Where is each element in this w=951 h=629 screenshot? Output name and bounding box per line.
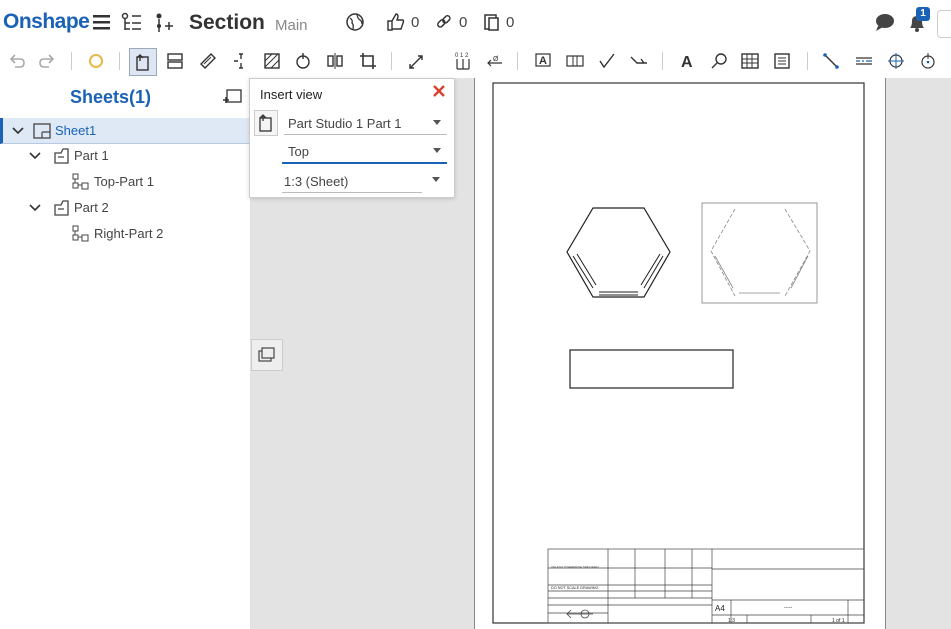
close-icon[interactable]	[432, 84, 446, 103]
onshape-logo[interactable]: Onshape	[3, 10, 90, 34]
line-icon[interactable]	[818, 48, 844, 74]
scale-select-value: 1:3 (Sheet)	[284, 174, 349, 189]
tree-item-part2[interactable]: Part 2	[0, 195, 249, 220]
undo-icon[interactable]	[4, 48, 30, 74]
chevron-down-icon[interactable]	[432, 177, 440, 182]
chevron-down-icon	[433, 148, 441, 153]
tree-item-top-part1[interactable]: Top-Part 1	[0, 169, 249, 194]
broken-view-icon[interactable]	[322, 48, 348, 74]
svg-text:-----: -----	[784, 605, 793, 611]
thumbs-up-icon[interactable]	[386, 12, 406, 37]
chevron-down-icon[interactable]	[12, 126, 24, 136]
notification-badge: 1	[916, 7, 930, 21]
dimension-icon[interactable]	[404, 48, 430, 74]
drawing-view-icon	[72, 225, 89, 242]
dialog-title: Insert view	[260, 87, 323, 102]
chevron-down-icon[interactable]	[29, 151, 41, 161]
likes-count: 0	[411, 14, 420, 31]
part-select-value: Part Studio 1 Part 1	[288, 116, 402, 131]
copy-icon[interactable]	[482, 12, 502, 37]
hatch-icon[interactable]	[259, 48, 285, 74]
drawing-toolbar: 0 1 2 Ø A A	[0, 44, 951, 107]
links-count: 0	[459, 14, 468, 31]
note-icon[interactable]: A	[530, 48, 556, 74]
section-view-icon[interactable]	[195, 48, 221, 74]
tree-item-label: Top-Part 1	[94, 174, 154, 189]
orientation-select[interactable]: Top	[282, 142, 447, 164]
drawing-view-icon	[72, 173, 89, 190]
centerline-icon[interactable]	[851, 48, 877, 74]
sheet-number: 1 of 1	[832, 618, 845, 624]
tree-item-right-part2[interactable]: Right-Part 2	[0, 221, 249, 246]
svg-text:A: A	[681, 54, 693, 71]
tree-item-part1[interactable]: Part 1	[0, 143, 249, 168]
detail-view-icon[interactable]	[228, 48, 254, 74]
projected-view-icon[interactable]	[162, 48, 188, 74]
right-view[interactable]	[701, 202, 818, 304]
centermark-icon[interactable]	[883, 48, 909, 74]
part-select[interactable]: Part Studio 1 Part 1	[284, 112, 447, 135]
scale-select[interactable]: 1:3 (Sheet)	[282, 172, 422, 193]
feature-control-frame-icon[interactable]	[562, 48, 588, 74]
tree-item-label: Right-Part 2	[94, 226, 164, 241]
insert-view-dialog: Insert view Part Studio 1 Part 1 Top 1:3…	[249, 78, 455, 198]
bom-table-icon[interactable]	[770, 48, 796, 74]
datum-icon[interactable]: Ø	[482, 48, 508, 74]
top-bar: Onshape Section Main 0 0 0 1	[0, 0, 951, 45]
callout-icon[interactable]	[706, 48, 732, 74]
svg-text:A: A	[539, 55, 547, 67]
account-menu[interactable]	[937, 10, 951, 38]
link-icon[interactable]	[435, 13, 453, 36]
sheets-panel-title: Sheets(1)	[70, 87, 152, 107]
svg-text:0 1 2: 0 1 2	[455, 53, 469, 59]
orientation-select-value: Top	[288, 144, 309, 159]
sheet-icon	[33, 123, 51, 139]
part-view-icon	[54, 200, 69, 216]
auxiliary-view-icon[interactable]	[290, 48, 316, 74]
chevron-down-icon[interactable]	[29, 203, 41, 213]
regenerate-icon[interactable]	[83, 48, 109, 74]
redo-icon[interactable]	[34, 48, 60, 74]
svg-text:UNLESS OTHERWISE SPECIFIED: UNLESS OTHERWISE SPECIFIED	[551, 565, 599, 569]
insert-view-type-icon[interactable]	[254, 110, 278, 136]
insert-icon[interactable]	[153, 12, 175, 39]
table-icon[interactable]	[737, 48, 763, 74]
document-name[interactable]: Section	[189, 11, 265, 35]
feature-list-icon[interactable]	[121, 12, 143, 39]
globe-icon[interactable]	[345, 12, 365, 37]
scale-value: 1:3	[728, 618, 735, 624]
ordinate-dimension-icon[interactable]: 0 1 2	[450, 48, 476, 74]
add-sheet-icon[interactable]	[221, 87, 243, 112]
part-view-icon	[54, 148, 69, 164]
tree-item-label: Sheet1	[55, 123, 97, 138]
text-icon[interactable]: A	[674, 48, 700, 74]
circle-icon[interactable]	[915, 48, 941, 74]
copies-count: 0	[506, 14, 515, 31]
chevron-down-icon	[433, 120, 441, 125]
new-view-placeholder	[569, 349, 734, 389]
tree-item-label: Part 2	[74, 200, 109, 215]
comment-icon[interactable]	[874, 13, 896, 38]
insert-view-icon[interactable]	[129, 48, 157, 76]
svg-text:Ø: Ø	[493, 56, 499, 63]
branch-name[interactable]: Main	[275, 17, 308, 34]
weld-symbol-icon[interactable]	[626, 48, 652, 74]
sheet-size: A4	[715, 604, 725, 613]
tree-item-sheet1[interactable]: Sheet1	[0, 118, 252, 144]
surface-finish-icon[interactable]	[594, 48, 620, 74]
top-view[interactable]	[566, 207, 671, 298]
title-block-note: DO NOT SCALE DRAWING	[551, 586, 599, 590]
tree-item-label: Part 1	[74, 148, 109, 163]
hamburger-icon[interactable]	[92, 12, 112, 37]
drawing-sheet[interactable]: UNLESS OTHERWISE SPECIFIED DO NOT SCALE …	[474, 78, 886, 629]
graphics-options-button[interactable]	[251, 339, 283, 371]
crop-view-icon[interactable]	[355, 48, 381, 74]
